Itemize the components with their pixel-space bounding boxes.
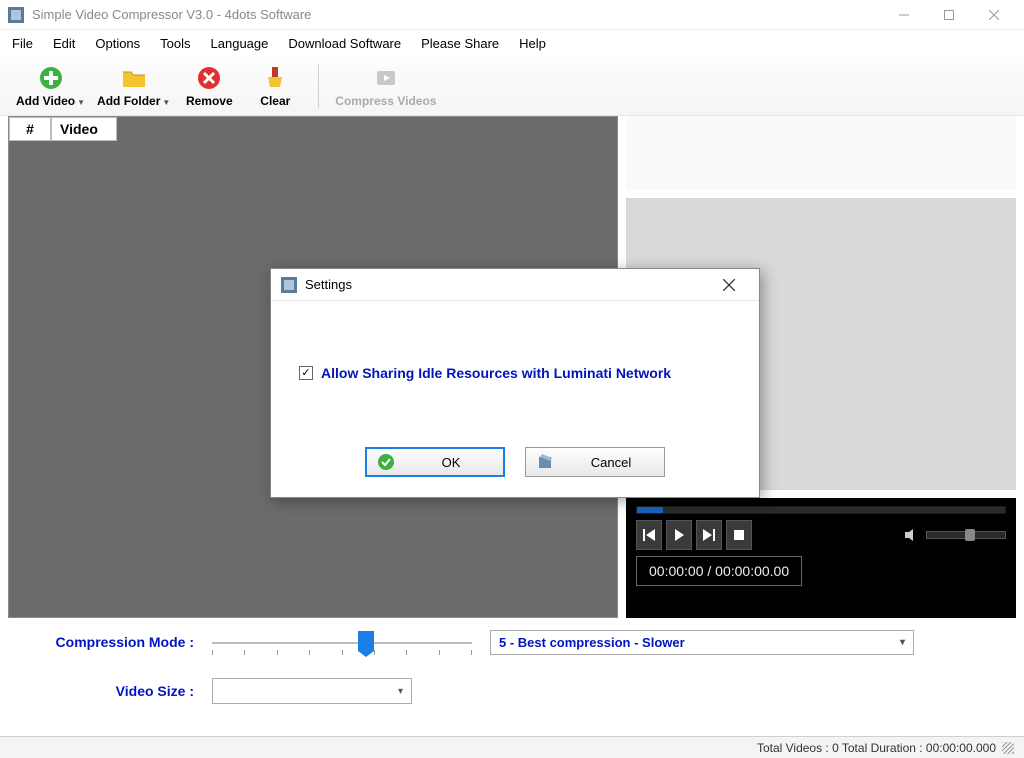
clear-label: Clear [260, 94, 290, 108]
progress-chunk [637, 507, 663, 513]
menu-edit[interactable]: Edit [53, 36, 75, 51]
video-size-label: Video Size : [34, 683, 194, 699]
media-player: 00:00:00 / 00:00:00.00 [626, 498, 1016, 618]
dropdown-arrow-icon[interactable]: ▼ [77, 98, 85, 107]
menubar: File Edit Options Tools Language Downloa… [0, 30, 1024, 56]
compression-mode-row: Compression Mode : 5 - Best compression … [34, 628, 990, 656]
player-play-button[interactable] [666, 520, 692, 550]
volume-icon[interactable] [902, 525, 922, 545]
remove-label: Remove [186, 94, 233, 108]
compress-icon [372, 64, 400, 92]
add-video-button[interactable]: Add Video▼ [10, 62, 91, 110]
compression-mode-combo[interactable]: 5 - Best compression - Slower ▾ [490, 630, 914, 655]
compression-mode-value: 5 - Best compression - Slower [499, 635, 685, 650]
ok-icon [377, 453, 395, 471]
resize-grip-icon[interactable] [1002, 742, 1014, 754]
compression-mode-label: Compression Mode : [34, 634, 194, 650]
ok-button[interactable]: OK [365, 447, 505, 477]
menu-language[interactable]: Language [211, 36, 269, 51]
toolbar-separator [318, 64, 319, 108]
clear-icon [261, 64, 289, 92]
settings-dialog: Settings ✓ Allow Sharing Idle Resources … [270, 268, 760, 498]
menu-file[interactable]: File [12, 36, 33, 51]
menu-options[interactable]: Options [95, 36, 140, 51]
player-progress[interactable] [636, 506, 1006, 514]
statusbar: Total Videos : 0 Total Duration : 00:00:… [0, 736, 1024, 758]
cancel-label: Cancel [568, 455, 654, 470]
player-next-button[interactable] [696, 520, 722, 550]
ok-label: OK [409, 455, 493, 470]
menu-tools[interactable]: Tools [160, 36, 190, 51]
add-folder-icon [120, 64, 148, 92]
preview-top-panel [626, 116, 1016, 190]
titlebar: Simple Video Compressor V3.0 - 4dots Sof… [0, 0, 1024, 30]
menu-download-software[interactable]: Download Software [288, 36, 401, 51]
remove-button[interactable]: Remove [176, 62, 242, 110]
dialog-buttons: OK Cancel [271, 403, 759, 497]
player-controls [636, 520, 1006, 550]
column-header-video[interactable]: Video [51, 117, 117, 141]
maximize-button[interactable] [926, 0, 971, 30]
grid-header: # Video [9, 117, 617, 141]
compression-slider-thumb[interactable] [358, 631, 374, 651]
menu-help[interactable]: Help [519, 36, 546, 51]
compression-slider[interactable] [212, 628, 472, 656]
dialog-titlebar: Settings [271, 269, 759, 301]
close-button[interactable] [971, 0, 1016, 30]
window-title: Simple Video Compressor V3.0 - 4dots Sof… [32, 7, 881, 22]
remove-icon [195, 64, 223, 92]
compress-videos-button[interactable]: Compress Videos [329, 62, 442, 110]
dialog-title: Settings [305, 277, 701, 292]
player-prev-button[interactable] [636, 520, 662, 550]
player-time: 00:00:00 / 00:00:00.00 [636, 556, 802, 586]
window-controls [881, 0, 1016, 30]
dialog-close-button[interactable] [709, 271, 749, 299]
volume-slider[interactable] [926, 531, 1006, 539]
bottom-controls: Compression Mode : 5 - Best compression … [0, 618, 1024, 708]
chevron-down-icon: ▾ [398, 686, 403, 697]
cancel-icon [536, 453, 554, 471]
luminati-checkbox-label: Allow Sharing Idle Resources with Lumina… [321, 365, 671, 381]
volume-knob[interactable] [965, 529, 975, 541]
column-header-number[interactable]: # [9, 117, 51, 141]
cancel-button[interactable]: Cancel [525, 447, 665, 477]
add-video-label: Add Video [16, 94, 75, 108]
luminati-checkbox[interactable]: ✓ [299, 366, 313, 380]
dialog-body: ✓ Allow Sharing Idle Resources with Lumi… [271, 301, 759, 403]
menu-please-share[interactable]: Please Share [421, 36, 499, 51]
minimize-button[interactable] [881, 0, 926, 30]
statusbar-text: Total Videos : 0 Total Duration : 00:00:… [757, 741, 996, 755]
add-folder-button[interactable]: Add Folder▼ [91, 62, 176, 110]
toolbar: Add Video▼ Add Folder▼ Remove Clear Comp… [0, 56, 1024, 116]
compress-label: Compress Videos [335, 94, 436, 108]
luminati-checkbox-row[interactable]: ✓ Allow Sharing Idle Resources with Lumi… [299, 365, 731, 381]
dropdown-arrow-icon[interactable]: ▼ [162, 98, 170, 107]
add-folder-label: Add Folder [97, 94, 160, 108]
dialog-icon [281, 277, 297, 293]
app-icon [8, 7, 24, 23]
clear-button[interactable]: Clear [242, 62, 308, 110]
player-stop-button[interactable] [726, 520, 752, 550]
video-size-row: Video Size : ▾ [34, 678, 990, 704]
chevron-down-icon: ▾ [900, 637, 905, 648]
video-size-combo[interactable]: ▾ [212, 678, 412, 704]
add-video-icon [37, 64, 65, 92]
